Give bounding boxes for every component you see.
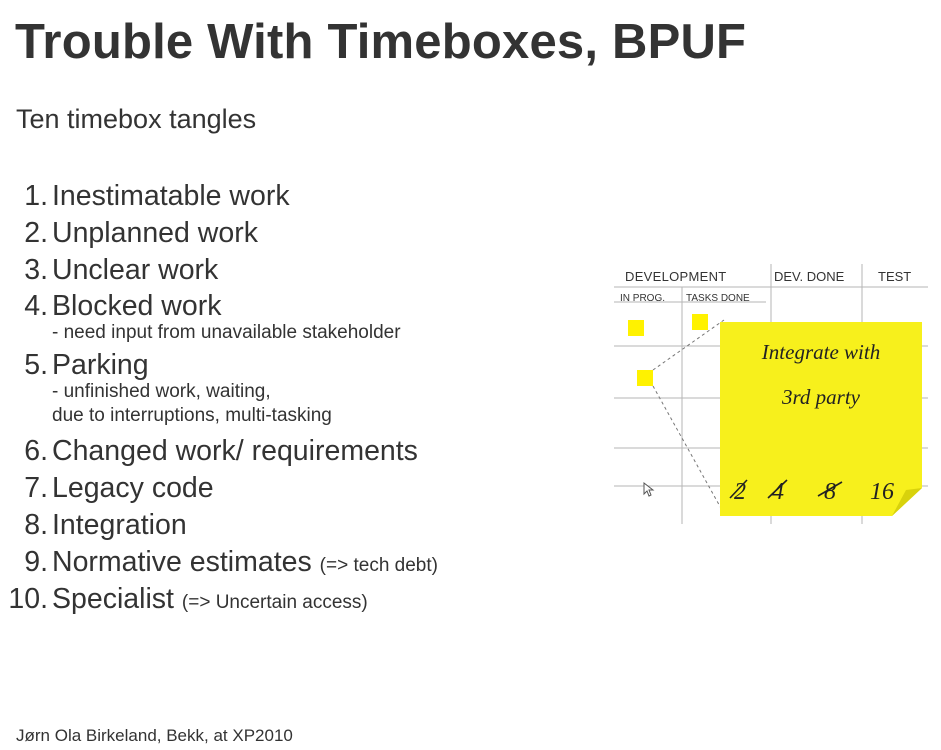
list-item: 9. Normative estimates (=> tech debt): [0, 544, 600, 581]
item-number: 4.: [24, 290, 48, 323]
item-note-line1: - unfinished work, waiting,: [52, 381, 271, 403]
list-item: 10. Specialist (=> Uncertain access): [0, 581, 600, 618]
column-header-dev-done: DEV. DONE: [774, 269, 845, 284]
task-square: [692, 314, 708, 330]
list-item: 2. Unplanned work: [0, 215, 600, 252]
column-header-development: DEVELOPMENT: [625, 269, 727, 284]
task-square: [628, 320, 644, 336]
item-note: - need input from unavailable stakeholde…: [52, 322, 401, 344]
list-item: 6. Changed work/ requirements: [0, 433, 600, 470]
item-text: Specialist (=> Uncertain access): [52, 581, 368, 621]
item-aside: (=> tech debt): [319, 554, 438, 576]
item-number: 7.: [24, 472, 48, 505]
cursor-icon: [643, 481, 655, 497]
item-note-line2: due to interruptions, multi-tasking: [52, 405, 332, 427]
column-header-test: TEST: [878, 269, 911, 284]
estimate-value: 16: [870, 479, 894, 505]
item-number: 2.: [24, 216, 48, 249]
kanban-board-illustration: DEVELOPMENT DEV. DONE TEST IN PROG. TASK…: [606, 258, 936, 530]
item-text: Changed work/ requirements: [52, 435, 418, 468]
list-item: 3. Unclear work: [0, 252, 600, 289]
tangles-list: 1. Inestimatable work 2. Unplanned work …: [0, 178, 600, 617]
item-text: Unplanned work: [52, 216, 258, 249]
list-item: 8. Integration: [0, 507, 600, 544]
subcolumn-tasks-done: TASKS DONE: [686, 293, 750, 304]
note-text-line1: Integrate with: [761, 340, 880, 364]
list-item: 4. Blocked work - need input from unavai…: [0, 288, 600, 347]
item-number: 5.: [24, 349, 48, 382]
item-text: Legacy code: [52, 472, 214, 505]
item-number: 10.: [8, 582, 48, 615]
list-item: 5. Parking - unfinished work, waiting, d…: [0, 347, 600, 433]
slide-title: Trouble With Timeboxes, BPUF: [15, 15, 747, 69]
item-number: 8.: [24, 508, 48, 541]
item-number: 9.: [24, 545, 48, 578]
item-number: 6.: [24, 435, 48, 468]
slide-subtitle: Ten timebox tangles: [16, 104, 257, 134]
list-item: 7. Legacy code: [0, 470, 600, 507]
item-label: Specialist: [52, 582, 174, 615]
slide-footer: Jørn Ola Birkeland, Bekk, at XP2010: [16, 726, 293, 745]
list-item: 1. Inestimatable work: [0, 178, 600, 215]
connector-lines: [652, 319, 725, 511]
item-text: Integration: [52, 508, 187, 541]
item-text: Normative estimates (=> tech debt): [52, 544, 438, 584]
subcolumn-in-progress: IN PROG.: [620, 293, 665, 304]
item-aside: (=> Uncertain access): [181, 591, 368, 613]
item-number: 3.: [24, 253, 48, 286]
item-text: Blocked work: [52, 290, 222, 323]
item-label: Normative estimates: [52, 545, 312, 578]
item-number: 1.: [24, 180, 48, 212]
item-text: Unclear work: [52, 253, 219, 286]
item-text: Parking: [52, 349, 149, 382]
item-text: Inestimatable work: [52, 180, 290, 212]
task-square: [637, 370, 653, 386]
note-text-line2: 3rd party: [781, 385, 861, 409]
